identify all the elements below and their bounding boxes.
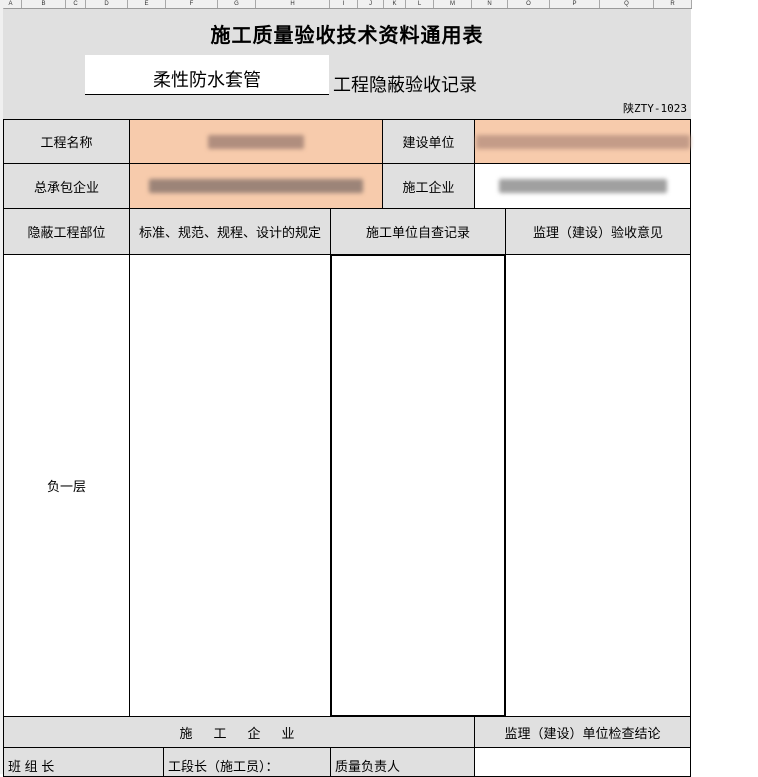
quality-manager-cell[interactable]: 质量负责人 [330, 747, 475, 777]
column-header-o[interactable]: O [508, 0, 550, 8]
builder-value[interactable] [474, 163, 691, 209]
section-chief-label: 工段长（施工员）： [168, 759, 279, 774]
redacted-builder [498, 179, 667, 193]
subject-text: 柔性防水套管 [153, 70, 261, 90]
column-header-i[interactable]: I [330, 0, 358, 8]
supervision-cell[interactable] [505, 254, 691, 717]
column-header-g[interactable]: G [218, 0, 256, 8]
column-header-q[interactable]: Q [600, 0, 654, 8]
supervision-conclusion-header: 监理（建设）单位检查结论 [474, 716, 691, 748]
column-header-m[interactable]: M [434, 0, 472, 8]
builder-label: 施工企业 [382, 163, 475, 209]
form-sheet: 施工质量验收技术资料通用表 柔性防水套管 工程隐蔽验收记录 陕ZTY-1023 … [3, 9, 691, 777]
builder-section-header: 施 工 企 业 [3, 716, 475, 748]
column-header-r[interactable]: R [654, 0, 692, 8]
quality-manager-label: 质量负责人 [335, 759, 401, 774]
supervision-header: 监理（建设）验收意见 [505, 208, 691, 255]
column-header-j[interactable]: J [358, 0, 384, 8]
redacted-construction-unit [475, 134, 690, 149]
column-header-c[interactable]: C [66, 0, 86, 8]
self-check-cell[interactable] [330, 254, 506, 717]
column-header-k[interactable]: K [384, 0, 406, 8]
standards-cell[interactable] [129, 254, 331, 717]
subject-suffix: 工程隐蔽验收记录 [333, 75, 477, 95]
redacted-general-contractor [149, 179, 363, 193]
general-contractor-label: 总承包企业 [3, 163, 130, 209]
column-header-p[interactable]: P [550, 0, 600, 8]
standards-header: 标准、规范、规程、设计的规定 [129, 208, 331, 255]
form-code: 陕ZTY-1023 [623, 102, 687, 115]
team-leader-cell[interactable]: 班 组 长 [3, 747, 164, 777]
team-leader-label: 班 组 长 [8, 759, 55, 774]
column-header-h[interactable]: H [256, 0, 330, 8]
construction-unit-value[interactable] [474, 119, 691, 164]
column-header-a[interactable]: A [0, 0, 22, 8]
subject-cell[interactable]: 柔性防水套管 [85, 55, 329, 95]
column-header-d[interactable]: D [86, 0, 128, 8]
supervision-conclusion-cell[interactable] [474, 747, 691, 777]
column-header-bar: A B C D E F G H I J K L M N O P Q R [0, 0, 692, 9]
form-title: 施工质量验收技术资料通用表 [210, 25, 484, 47]
self-check-header: 施工单位自查记录 [330, 208, 506, 255]
location-header: 隐蔽工程部位 [3, 208, 130, 255]
column-header-n[interactable]: N [472, 0, 508, 8]
redacted-project-name [208, 134, 304, 149]
column-header-b[interactable]: B [22, 0, 66, 8]
project-name-label: 工程名称 [3, 119, 130, 164]
column-header-l[interactable]: L [406, 0, 434, 8]
column-header-f[interactable]: F [166, 0, 218, 8]
location-value[interactable]: 负一层 [3, 254, 130, 717]
construction-unit-label: 建设单位 [382, 119, 475, 164]
project-name-value[interactable] [129, 119, 383, 164]
general-contractor-value[interactable] [129, 163, 383, 209]
section-chief-cell[interactable]: 工段长（施工员）： [163, 747, 331, 777]
column-header-e[interactable]: E [128, 0, 166, 8]
